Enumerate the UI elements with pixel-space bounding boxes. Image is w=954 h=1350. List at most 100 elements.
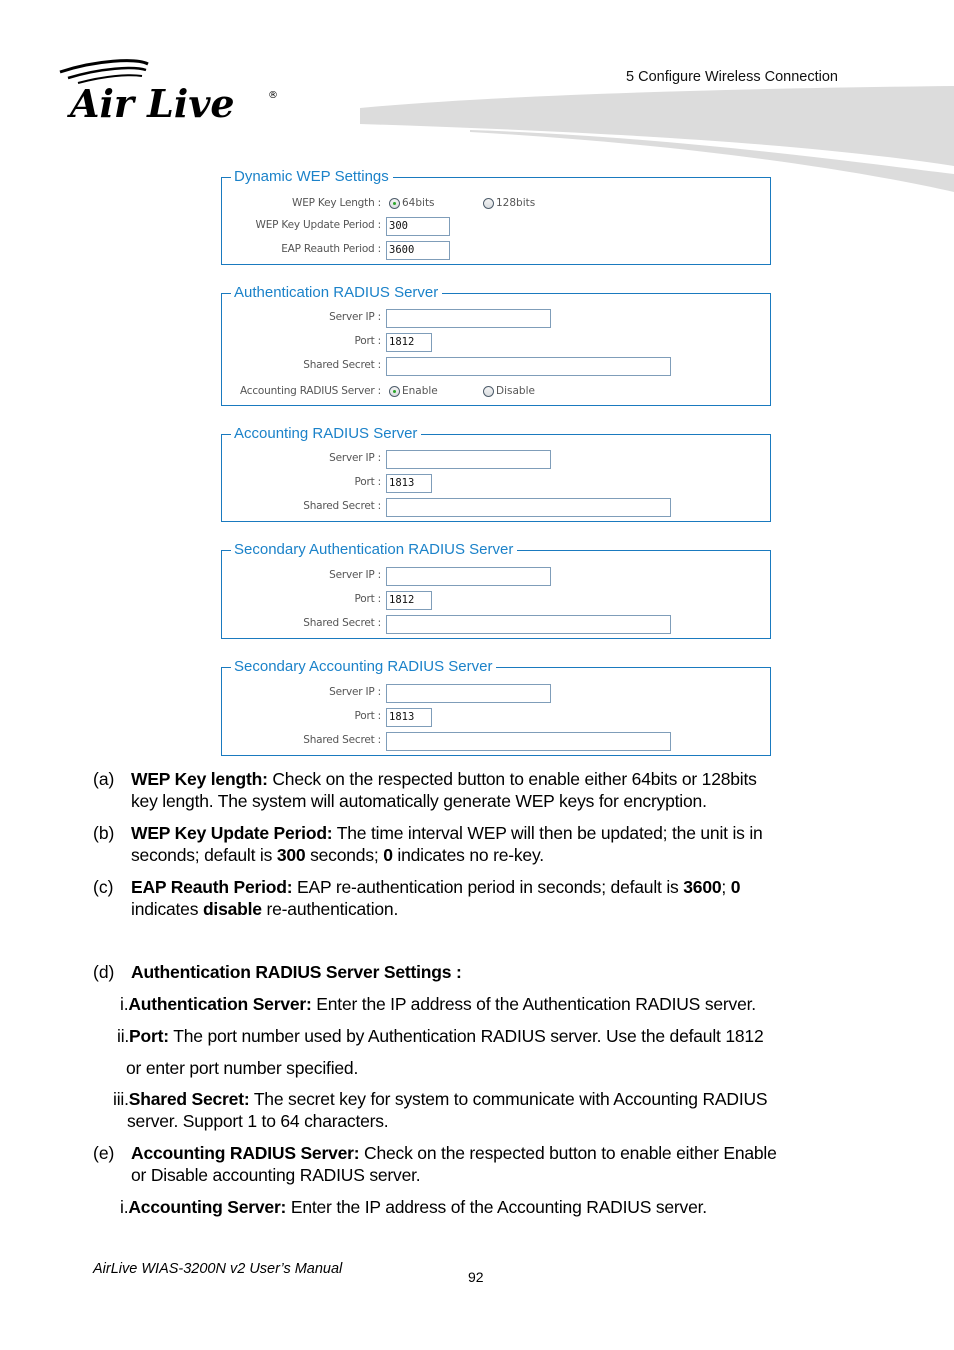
port-row: Port : 1812 (222, 591, 770, 610)
description-wep-key-update-period: WEP Key Update Period: The time interval… (131, 822, 871, 866)
description-accounting-server: i.Accounting Server: Enter the IP addres… (120, 1196, 880, 1218)
wep-key-length-row: WEP Key Length : 64bits 128bits (222, 195, 770, 214)
value: 0 (383, 845, 393, 865)
sec-auth-port-input[interactable]: 1812 (386, 591, 432, 610)
list-marker: (e) (93, 1143, 115, 1163)
airlive-logo: Air Live ® (56, 56, 286, 126)
server-ip-row: Server IP : (222, 684, 770, 703)
wep-key-update-period-row: WEP Key Update Period : 300 (222, 217, 770, 236)
list-marker: (d) (93, 962, 115, 982)
radio-disable[interactable]: Disable (483, 385, 535, 397)
value: 0 (730, 877, 741, 897)
radio-unselected-icon[interactable] (483, 197, 494, 209)
auth-port-input[interactable]: 1812 (386, 333, 432, 352)
term: Port: (129, 1026, 169, 1046)
port-label: Port : (354, 335, 382, 347)
eap-reauth-period-row: EAP Reauth Period : 3600 (222, 241, 770, 260)
sub-marker: iii. (113, 1089, 129, 1109)
shared-secret-row: Shared Secret : (222, 732, 770, 751)
text: EAP re-authentication period in seconds;… (292, 877, 684, 897)
value: disable (202, 899, 262, 919)
eap-reauth-period-input[interactable]: 3600 (386, 241, 450, 260)
accounting-radius-server-label: Accounting RADIUS Server : (239, 385, 381, 397)
text: seconds; default is (131, 845, 277, 865)
description-shared-secret: iii.Shared Secret: The secret key for sy… (113, 1088, 873, 1110)
text: indicates no re-key. (392, 845, 544, 865)
sec-acct-server-ip-input[interactable] (386, 684, 551, 703)
radio-selected-icon[interactable] (389, 197, 400, 209)
acct-port-input[interactable]: 1813 (386, 474, 432, 493)
shared-secret-label: Shared Secret : (303, 359, 381, 371)
text: or Disable accounting RADIUS server. (131, 1165, 421, 1185)
port-row: Port : 1812 (222, 333, 770, 352)
sec-acct-port-input[interactable]: 1813 (386, 708, 432, 727)
radio-64bits[interactable]: 64bits (389, 197, 435, 209)
shared-secret-label: Shared Secret : (303, 617, 381, 629)
fieldset-accounting-radius-server: Accounting RADIUS Server Server IP : Por… (221, 425, 771, 522)
port-label: Port : (354, 710, 382, 722)
text: The secret key for system to communicate… (249, 1089, 768, 1109)
server-ip-row: Server IP : (222, 450, 770, 469)
list-marker: (b) (93, 823, 115, 843)
term: Accounting Server: (128, 1197, 287, 1217)
radio-enable[interactable]: Enable (389, 385, 438, 397)
term: Authentication RADIUS Server Settings : (131, 962, 462, 982)
term: Authentication Server: (128, 994, 312, 1014)
text: indicates (131, 899, 203, 919)
svg-text:®: ® (268, 90, 278, 101)
text: Check on the respected button to enable … (267, 769, 757, 789)
svg-text:Air Live: Air Live (67, 81, 235, 122)
radio-128bits[interactable]: 128bits (483, 197, 535, 209)
footer-page-number: 92 (468, 1269, 484, 1285)
wep-key-update-period-input[interactable]: 300 (386, 217, 450, 236)
auth-server-ip-input[interactable] (386, 309, 551, 328)
radio-unselected-icon[interactable] (483, 385, 494, 397)
shared-secret-label: Shared Secret : (303, 734, 381, 746)
description-auth-radius-heading: Authentication RADIUS Server Settings : (131, 961, 462, 983)
airlive-logo-graphic: Air Live ® (59, 59, 278, 126)
sec-auth-shared-secret-input[interactable] (386, 615, 671, 634)
fieldset-dynamic-wep-settings: Dynamic WEP Settings WEP Key Length : 64… (221, 168, 771, 265)
footer-manual-title: AirLive WIAS-3200N v2 User’s Manual (93, 1261, 343, 1277)
acct-shared-secret-input[interactable] (386, 498, 671, 517)
text: Enter the IP address of the Accounting R… (286, 1197, 707, 1217)
list-marker: (c) (93, 877, 114, 897)
list-marker: (a) (93, 769, 115, 789)
description-eap-reauth-period: EAP Reauth Period: EAP re-authentication… (131, 876, 871, 920)
shared-secret-label: Shared Secret : (303, 500, 381, 512)
description-port: ii.Port: The port number used by Authent… (117, 1025, 877, 1047)
shared-secret-row: Shared Secret : (222, 357, 770, 376)
term: Accounting RADIUS Server: (131, 1143, 360, 1163)
text: seconds; (305, 845, 384, 865)
server-ip-row: Server IP : (222, 309, 770, 328)
description-port-continued: or enter port number specified. (126, 1058, 359, 1078)
sub-marker: ii. (117, 1026, 130, 1046)
sec-auth-server-ip-input[interactable] (386, 567, 551, 586)
shared-secret-row: Shared Secret : (222, 498, 770, 517)
accounting-radius-server-row: Accounting RADIUS Server : Enable Disabl… (222, 383, 770, 402)
server-ip-label: Server IP : (329, 569, 381, 581)
text: Enter the IP address of the Authenticati… (311, 994, 756, 1014)
sec-acct-shared-secret-input[interactable] (386, 732, 671, 751)
server-ip-label: Server IP : (329, 452, 381, 464)
server-ip-row: Server IP : (222, 567, 770, 586)
port-label: Port : (354, 476, 382, 488)
auth-shared-secret-input[interactable] (386, 357, 671, 376)
description-accounting-radius-server: Accounting RADIUS Server: Check on the r… (131, 1142, 871, 1186)
acct-server-ip-input[interactable] (386, 450, 551, 469)
port-row: Port : 1813 (222, 474, 770, 493)
port-row: Port : 1813 (222, 708, 770, 727)
fieldset-title: Accounting RADIUS Server (231, 425, 422, 443)
fieldset-title: Secondary Authentication RADIUS Server (231, 541, 518, 559)
fieldset-secondary-authentication-radius-server: Secondary Authentication RADIUS Server S… (221, 541, 771, 639)
text: The time interval WEP will then be updat… (332, 823, 763, 843)
radio-label: 64bits (402, 197, 435, 209)
text: key length. The system will automaticall… (131, 791, 707, 811)
fieldset-title: Dynamic WEP Settings (231, 168, 393, 186)
term: WEP Key length: (131, 769, 268, 789)
server-ip-label: Server IP : (329, 311, 381, 323)
description-auth-server: i.Authentication Server: Enter the IP ad… (120, 993, 880, 1015)
radio-label: Disable (496, 385, 535, 397)
value: 300 (276, 845, 306, 865)
radio-selected-icon[interactable] (389, 385, 400, 397)
